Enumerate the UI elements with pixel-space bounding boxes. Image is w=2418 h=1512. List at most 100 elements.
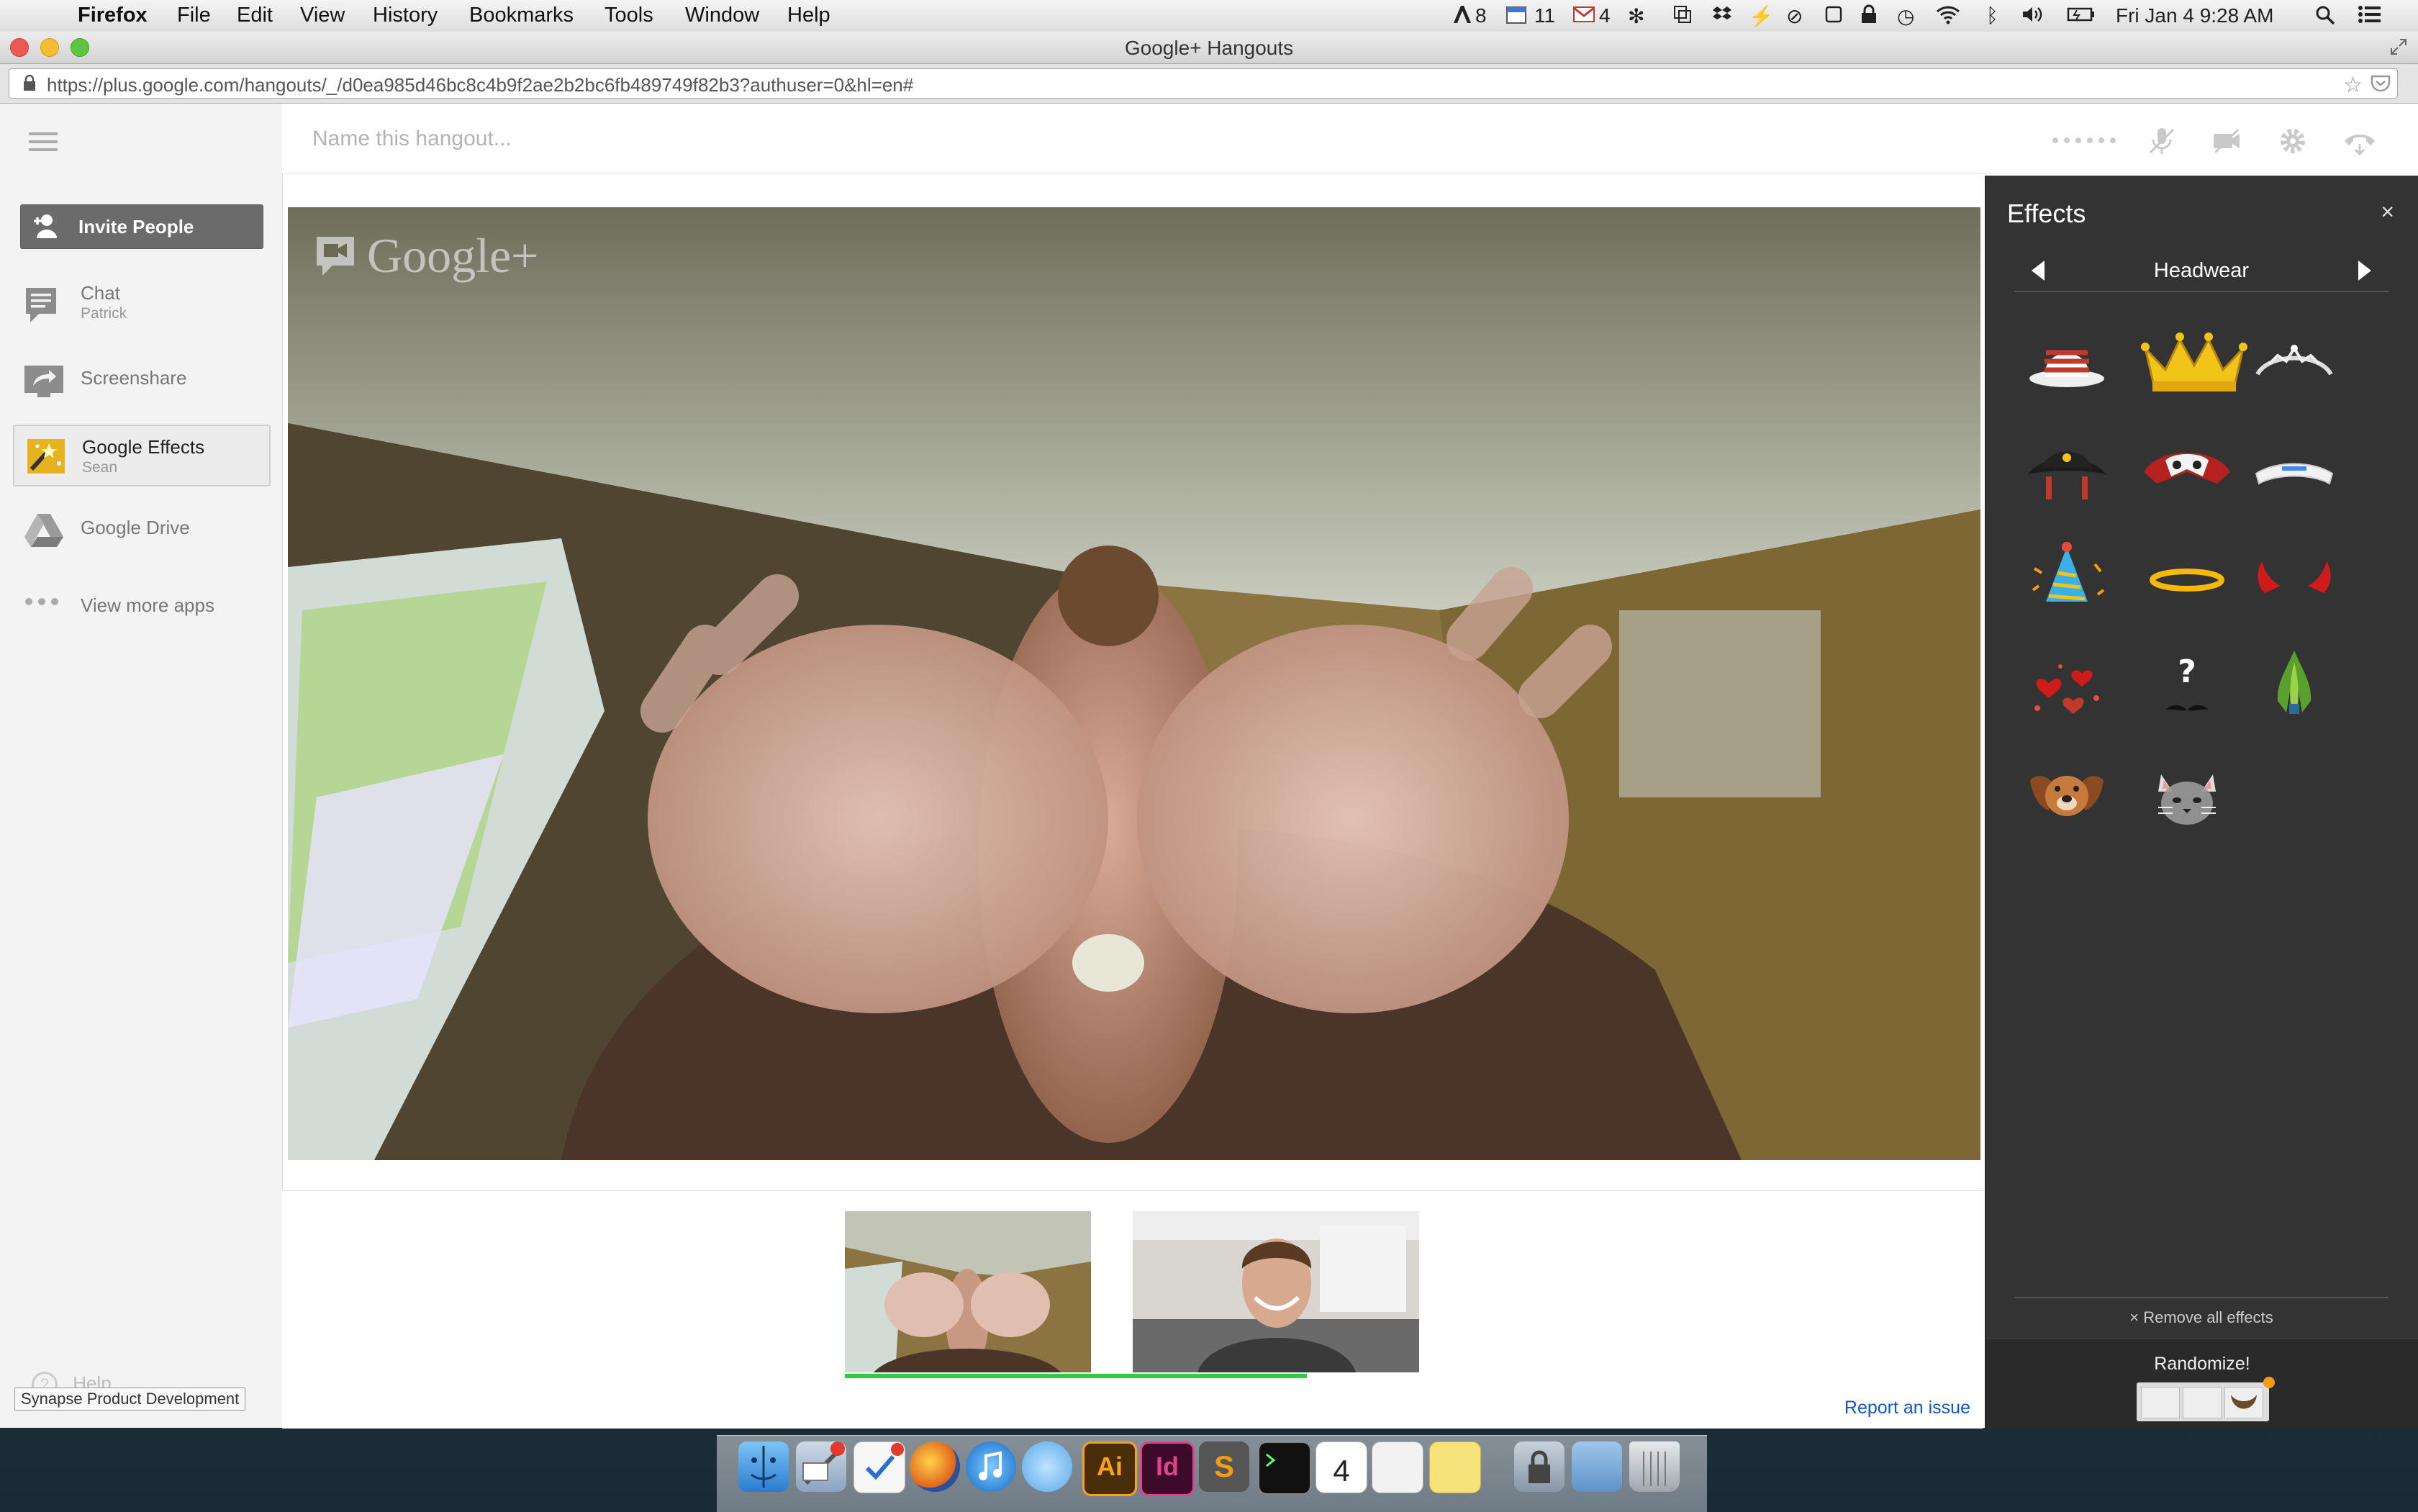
mute-mic-icon[interactable] (2146, 125, 2178, 154)
fullscreen-icon[interactable] (2389, 37, 2408, 60)
stovepipe-hat-icon[interactable] (2020, 324, 2114, 403)
bluetooth-icon[interactable]: ᛒ (1986, 4, 1998, 27)
sidebar-item-label: Google Effects (82, 436, 205, 458)
window-icon[interactable] (1672, 4, 1693, 30)
sidebar-item-screenshare[interactable]: Screenshare (13, 348, 268, 407)
mail-icon[interactable] (796, 1441, 846, 1492)
time-machine-icon[interactable]: ◷ (1897, 4, 1914, 28)
calendar-icon[interactable] (1505, 4, 1527, 30)
turn-off-camera-icon[interactable] (2211, 125, 2242, 154)
reminders-icon[interactable] (853, 1441, 905, 1493)
dock: Ai Id S 4 (717, 1435, 1707, 1512)
menu-view[interactable]: View (300, 4, 345, 27)
sidebar-item-google-effects[interactable]: Google Effects Sean (13, 425, 271, 486)
settings-gear-icon[interactable] (2277, 125, 2309, 154)
masquerade-mask-icon[interactable] (2137, 432, 2237, 511)
add-person-icon (31, 212, 63, 245)
halo-icon[interactable] (2137, 540, 2237, 619)
gold-crown-icon[interactable] (2137, 320, 2252, 399)
adobe-icon[interactable] (1452, 4, 1472, 30)
spotlight-icon[interactable] (2314, 4, 2336, 31)
padlock-icon[interactable] (22, 74, 37, 96)
menu-window[interactable]: Window (685, 4, 759, 27)
messages-icon[interactable] (1022, 1441, 1072, 1492)
indesign-icon[interactable]: Id (1140, 1441, 1195, 1496)
menu-history[interactable]: History (373, 4, 438, 27)
menu-file[interactable]: File (177, 4, 211, 27)
party-hat-icon[interactable] (2020, 540, 2114, 619)
dog-face-icon[interactable] (2020, 756, 2114, 835)
participant-thumbnail-patrick[interactable] (1133, 1211, 1419, 1372)
randomize-label: Randomize! (2154, 1354, 2250, 1374)
no-entry-icon[interactable]: ⊘ (1786, 4, 1803, 28)
randomize-section: Randomize! (1985, 1339, 2418, 1429)
pocket-icon[interactable] (2370, 73, 2391, 99)
cat-face-icon[interactable] (2137, 756, 2237, 835)
screenshare-icon (23, 363, 66, 399)
feather-crest-icon[interactable] (2247, 648, 2341, 727)
floating-hearts-icon[interactable] (2020, 648, 2114, 727)
app-menu[interactable]: Firefox (78, 4, 148, 27)
navigation-toolbar: https://plus.google.com/hangouts/_/d0ea9… (0, 64, 2418, 104)
mystery-mustache-icon[interactable]: ? (2137, 648, 2237, 727)
devil-horns-icon[interactable] (2247, 540, 2341, 619)
google-effects-icon (24, 436, 68, 474)
participant-thumbnail-self[interactable] (845, 1211, 1091, 1372)
dropbox-icon[interactable] (1711, 4, 1733, 30)
sidebar-item-label: View more apps (81, 594, 214, 616)
volume-icon[interactable] (2021, 4, 2044, 30)
preview-icon[interactable] (1372, 1441, 1423, 1493)
square-icon[interactable] (1824, 4, 1844, 30)
effects-category-selector: Headwear (2014, 252, 2388, 292)
stickies-icon[interactable] (1429, 1441, 1481, 1493)
snowflake-icon[interactable]: ✻ (1628, 4, 1644, 28)
invite-people-button[interactable]: Invite People (20, 204, 263, 249)
clock[interactable]: Fri Jan 4 9:28 AM (2116, 4, 2273, 27)
finder-icon[interactable] (738, 1441, 789, 1492)
remove-all-effects-button[interactable]: × Remove all effects (2014, 1297, 2388, 1327)
sidebar-item-google-drive[interactable]: Google Drive (13, 498, 268, 557)
next-category-icon[interactable] (2358, 261, 2371, 281)
firefox-icon[interactable] (910, 1441, 960, 1492)
keychain-icon[interactable] (1514, 1441, 1565, 1492)
report-issue-link[interactable]: Report an issue (1844, 1398, 1970, 1418)
calendar-count: 11 (1534, 4, 1556, 27)
sublime-text-icon[interactable]: S (1199, 1441, 1249, 1492)
menu-edit[interactable]: Edit (237, 4, 273, 27)
google-headband-icon[interactable] (2247, 432, 2341, 511)
gmail-count: 4 (1599, 4, 1611, 27)
sidebar-item-view-more-apps[interactable]: View more apps (13, 576, 268, 635)
close-effects-button[interactable]: × (2381, 199, 2394, 225)
more-dots-icon (23, 596, 66, 632)
notification-center-icon[interactable] (2358, 4, 2382, 30)
sidebar-item-sublabel: Sean (82, 459, 118, 476)
bookmark-star-icon[interactable]: ☆ (2343, 73, 2363, 98)
hangout-name-input[interactable]: Name this hangout... (312, 127, 512, 151)
menu-tools[interactable]: Tools (604, 4, 653, 27)
notification-dot-icon (2263, 1377, 2275, 1388)
lock-icon[interactable] (1860, 4, 1878, 30)
menu-icon[interactable] (27, 130, 59, 158)
main-video-feed: Google+ (288, 207, 1980, 1160)
sync-icon[interactable]: ⚡ (1749, 4, 1774, 28)
terminal-icon[interactable] (1258, 1441, 1311, 1495)
tiara-icon[interactable] (2247, 324, 2341, 403)
chat-icon (23, 286, 66, 322)
calendar-app-icon[interactable]: 4 (1316, 1441, 1367, 1493)
applications-folder-icon[interactable] (1572, 1441, 1622, 1492)
menu-bookmarks[interactable]: Bookmarks (469, 4, 574, 27)
adobe-count: 8 (1475, 4, 1487, 27)
itunes-icon[interactable] (966, 1441, 1016, 1492)
pirate-hat-icon[interactable] (2020, 432, 2114, 511)
url-field[interactable]: https://plus.google.com/hangouts/_/d0ea9… (9, 68, 2398, 99)
gmail-icon[interactable] (1573, 4, 1595, 30)
leave-call-icon[interactable] (2342, 125, 2375, 156)
randomize-button[interactable] (2137, 1377, 2275, 1421)
menu-help[interactable]: Help (787, 4, 830, 27)
illustrator-icon[interactable]: Ai (1082, 1441, 1137, 1496)
wifi-icon[interactable] (1936, 4, 1960, 30)
trash-icon[interactable] (1629, 1441, 1680, 1492)
battery-icon[interactable] (2067, 4, 2096, 30)
sidebar-item-chat[interactable]: Chat Patrick (13, 272, 268, 331)
svg-text:?: ? (2178, 653, 2196, 690)
